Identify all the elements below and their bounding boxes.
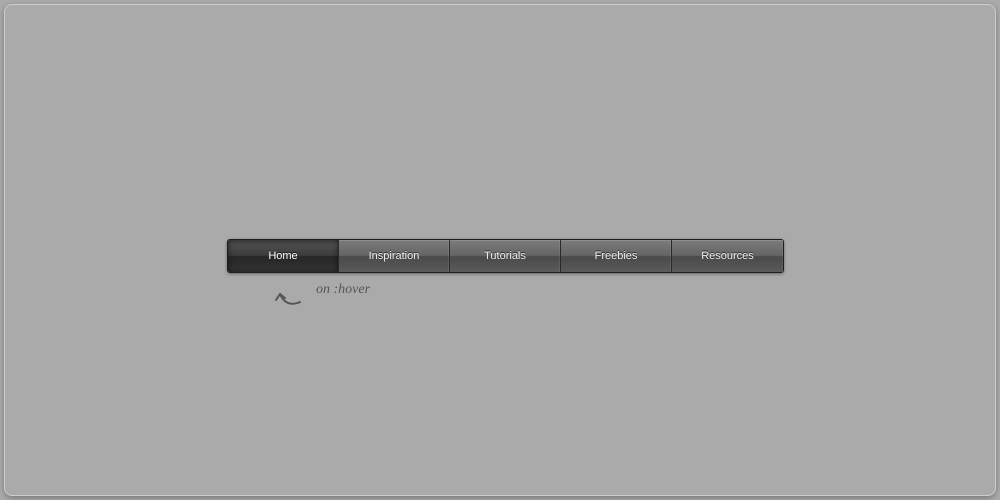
nav-item-label: Tutorials (484, 250, 526, 262)
nav-item-tutorials[interactable]: Tutorials (450, 240, 561, 272)
nav-item-label: Freebies (595, 250, 638, 262)
nav-item-label: Inspiration (369, 250, 420, 262)
nav-item-inspiration[interactable]: Inspiration (339, 240, 450, 272)
nav-item-freebies[interactable]: Freebies (561, 240, 672, 272)
nav-item-label: Home (268, 250, 297, 262)
demo-frame: Home Inspiration Tutorials Freebies Reso… (4, 4, 996, 496)
main-nav: Home Inspiration Tutorials Freebies Reso… (227, 239, 784, 273)
annotation-label: on :hover (316, 282, 370, 298)
arrow-icon (270, 280, 308, 315)
hover-annotation: on :hover (270, 280, 370, 315)
nav-item-label: Resources (701, 250, 754, 262)
nav-item-resources[interactable]: Resources (672, 240, 783, 272)
nav-item-home[interactable]: Home (228, 240, 339, 272)
